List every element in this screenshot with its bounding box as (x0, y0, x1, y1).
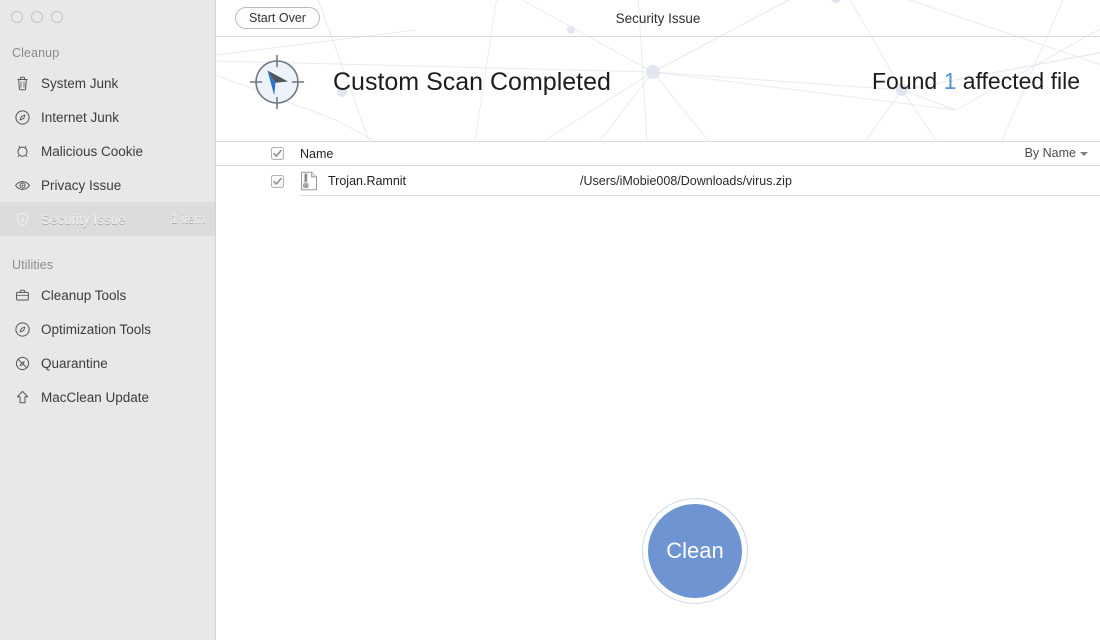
trash-icon (13, 74, 32, 93)
shield-icon (13, 210, 32, 229)
sidebar-item-system-junk[interactable]: System Junk (0, 66, 215, 100)
found-prefix: Found (871, 68, 944, 94)
clean-action: Clean (642, 498, 748, 604)
zip-file-warning-icon (301, 171, 317, 191)
row-checkbox[interactable] (271, 174, 284, 188)
clean-button[interactable]: Clean (648, 504, 742, 598)
sidebar-item-label: Optimization Tools (41, 321, 152, 337)
sidebar-item-label: Security Issue (41, 211, 126, 227)
sidebar: Cleanup System Junk Internet Junk Malici… (0, 0, 216, 640)
chevron-down-icon (1080, 152, 1088, 156)
row-separator (300, 195, 1100, 196)
sort-label: By Name (1024, 146, 1076, 160)
row-check-cell (216, 174, 300, 188)
sidebar-item-label: Malicious Cookie (41, 143, 144, 159)
column-header-name-cell: Name (300, 145, 1100, 163)
sidebar-item-cleanup-tools[interactable]: Cleanup Tools (0, 278, 215, 312)
select-all-checkbox[interactable] (271, 147, 284, 160)
compass-icon (13, 108, 32, 127)
table-row[interactable]: Trojan.Ramnit /Users/iMobie008/Downloads… (216, 166, 1100, 196)
main-content: Start Over Security Issue Custom Scan Co… (216, 0, 1100, 640)
sidebar-item-internet-junk[interactable]: Internet Junk (0, 100, 215, 134)
column-header-name: Name (300, 146, 334, 161)
sidebar-item-label: Cleanup Tools (41, 287, 127, 303)
minimize-button[interactable] (31, 11, 43, 23)
sidebar-item-security-issue[interactable]: Security Issue 1 item (0, 202, 215, 236)
sidebar-item-label: MacClean Update (41, 389, 150, 405)
found-files-summary: Found 1 affected file (872, 68, 1080, 95)
row-name-cell: Trojan.Ramnit (300, 171, 406, 191)
sidebar-item-quarantine[interactable]: Quarantine (0, 346, 215, 380)
page-title: Security Issue (615, 10, 701, 26)
sort-dropdown[interactable]: By Name (1025, 146, 1088, 160)
toolbar: Start Over Security Issue (216, 0, 1100, 37)
up-arrow-icon (13, 388, 32, 407)
no-entry-icon (13, 354, 32, 373)
sidebar-item-label: Quarantine (41, 355, 108, 371)
scan-header: Custom Scan Completed Found 1 affected f… (216, 37, 1100, 141)
sidebar-item-macclean-update[interactable]: MacClean Update (0, 380, 215, 414)
sidebar-item-label: Internet Junk (41, 109, 120, 125)
close-button[interactable] (11, 11, 23, 23)
file-path: /Users/iMobie008/Downloads/virus.zip (580, 174, 792, 188)
window-controls (0, 0, 215, 36)
sidebar-group-utilities-title: Utilities (12, 258, 54, 272)
found-suffix: affected file (956, 68, 1080, 94)
app-window: Cleanup System Junk Internet Junk Malici… (0, 0, 1100, 640)
select-all-cell (216, 147, 300, 160)
scan-status-title: Custom Scan Completed (333, 68, 611, 96)
sidebar-item-privacy-issue[interactable]: Privacy Issue (0, 168, 215, 202)
briefcase-icon (13, 286, 32, 305)
file-name: Trojan.Ramnit (328, 174, 407, 188)
cookie-icon (13, 142, 32, 161)
compass-icon (249, 54, 305, 110)
zoom-button[interactable] (51, 11, 63, 23)
found-count: 1 (943, 68, 957, 94)
sidebar-item-label: Privacy Issue (41, 177, 122, 193)
compass-icon (13, 320, 32, 339)
sidebar-item-label: System Junk (41, 75, 119, 91)
sidebar-group-cleanup-title: Cleanup (12, 46, 60, 60)
sidebar-item-count: 1 item (170, 212, 205, 226)
sidebar-item-optimization-tools[interactable]: Optimization Tools (0, 312, 215, 346)
table-header-row: Name By Name (216, 141, 1100, 166)
eye-icon (13, 176, 32, 195)
sidebar-item-malicious-cookie[interactable]: Malicious Cookie (0, 134, 215, 168)
